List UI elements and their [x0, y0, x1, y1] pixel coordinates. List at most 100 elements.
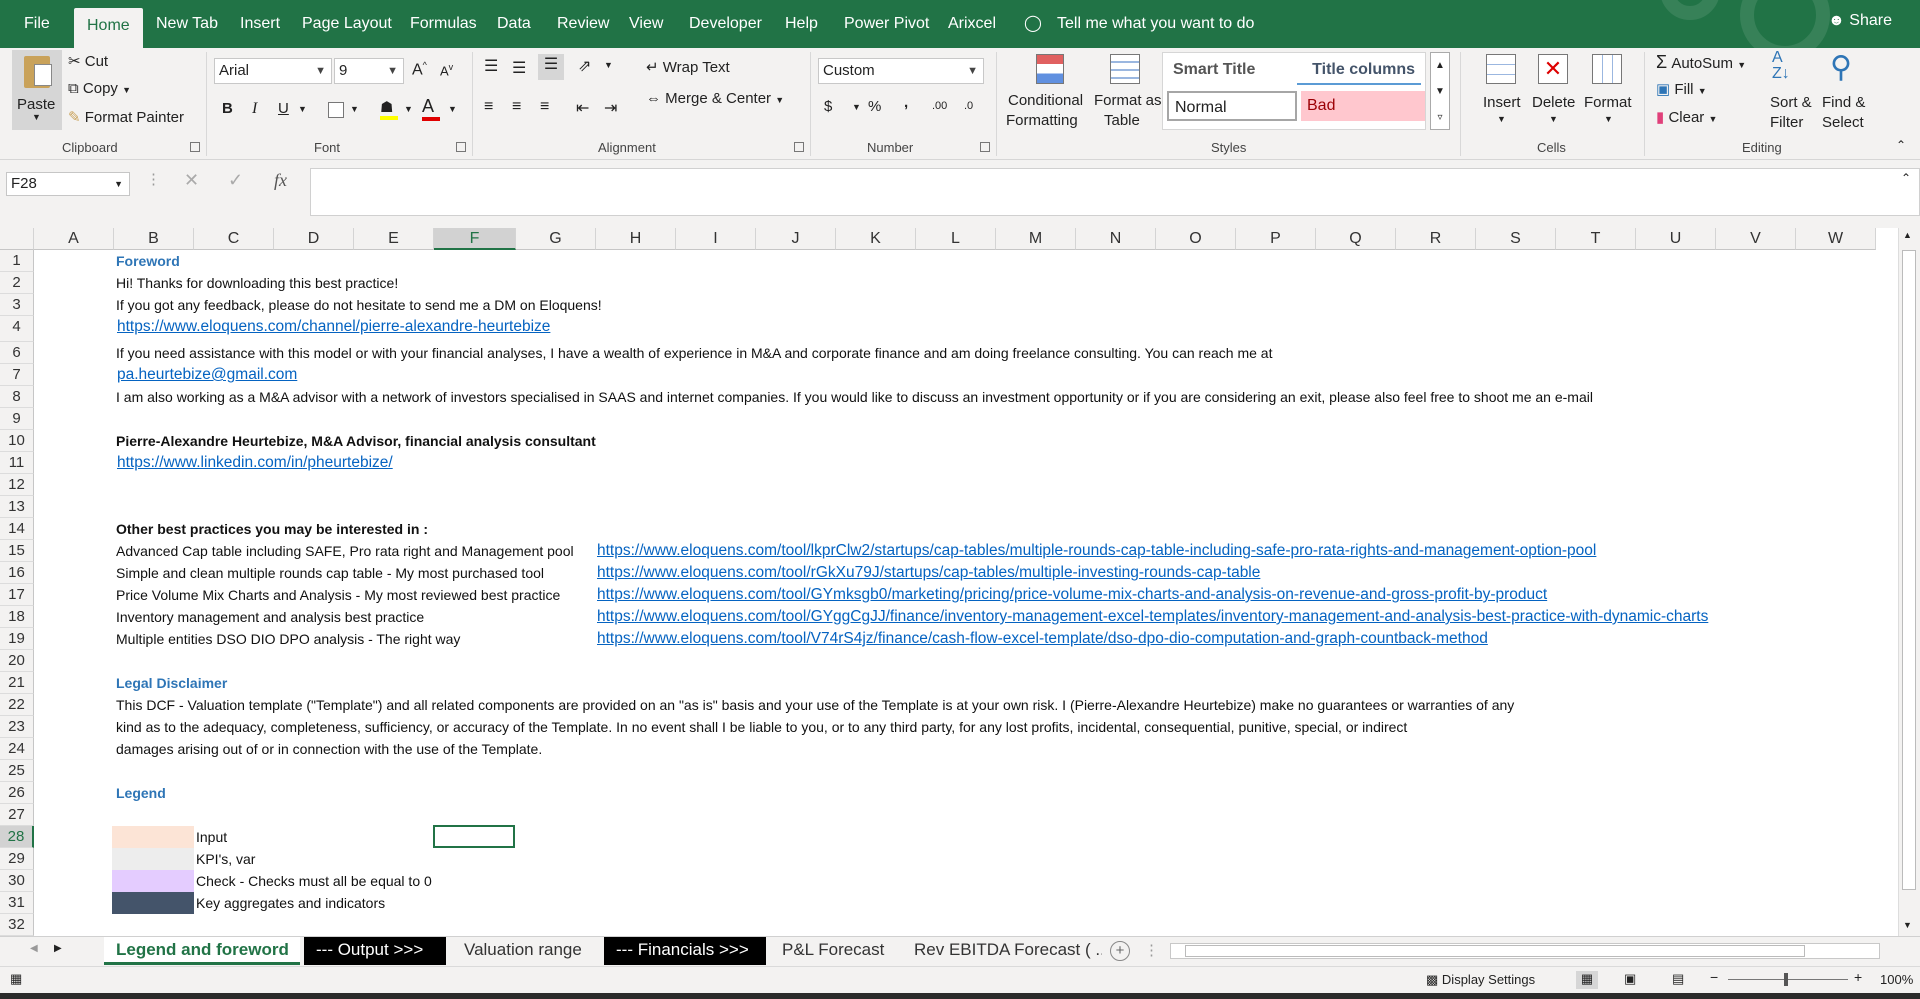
sheet-tab-output[interactable]: --- Output >>> [304, 937, 446, 965]
find-select-button[interactable]: ⚲ Find & Select [1820, 50, 1878, 136]
scroll-down-icon[interactable]: ▼ [1903, 920, 1912, 930]
page-break-view-icon[interactable]: ▤ [1672, 971, 1684, 987]
practice-link[interactable]: https://www.eloquens.com/tool/GYmksgb0/m… [597, 584, 1547, 606]
font-size-select[interactable]: 9 ▼ [334, 58, 404, 84]
row-header[interactable]: 16 [0, 562, 34, 584]
title-columns-style[interactable]: Title columns [1297, 55, 1421, 85]
add-sheet-icon[interactable]: + [1110, 941, 1130, 961]
tab-review[interactable]: Review [557, 0, 609, 48]
column-header[interactable]: Q [1316, 228, 1396, 250]
row-header[interactable]: 28 [0, 826, 34, 848]
row-header[interactable]: 3 [0, 294, 34, 316]
row-header[interactable]: 20 [0, 650, 34, 672]
accounting-format-icon[interactable]: $ [824, 98, 832, 115]
shrink-font-button[interactable]: Av [440, 62, 453, 78]
row-header[interactable]: 24 [0, 738, 34, 760]
column-header[interactable]: P [1236, 228, 1316, 250]
column-header[interactable]: D [274, 228, 354, 250]
tab-new-tab[interactable]: New Tab [156, 0, 218, 48]
column-header[interactable]: F [434, 228, 516, 250]
eloquens-link[interactable]: https://www.eloquens.com/channel/pierre-… [117, 316, 550, 338]
expand-formula-icon[interactable]: ⌃ [1901, 171, 1911, 185]
fill-color-button[interactable]: ☗ [380, 98, 398, 120]
cut-button[interactable]: ✂ Cut [68, 52, 108, 70]
practice-link[interactable]: https://www.eloquens.com/tool/lkprClw2/s… [597, 540, 1596, 562]
dialog-launcher-icon[interactable] [794, 142, 804, 152]
grow-font-button[interactable]: A^ [412, 60, 427, 79]
row-header[interactable]: 14 [0, 518, 34, 540]
zoom-slider[interactable] [1728, 979, 1848, 980]
chevron-down-icon[interactable]: ▼ [350, 104, 359, 114]
row-header[interactable]: 8 [0, 386, 34, 408]
column-header[interactable]: U [1636, 228, 1716, 250]
borders-icon[interactable] [328, 102, 344, 118]
row-header[interactable]: 15 [0, 540, 34, 562]
zoom-slider-thumb[interactable] [1784, 973, 1788, 986]
column-header[interactable]: V [1716, 228, 1796, 250]
row-header[interactable]: 6 [0, 342, 34, 364]
sheet-tab-rev-ebitda[interactable]: Rev EBITDA Forecast ( ... [902, 937, 1102, 965]
row-header[interactable]: 31 [0, 892, 34, 914]
column-header[interactable]: L [916, 228, 996, 250]
font-color-button[interactable]: A [422, 96, 440, 121]
worksheet-grid[interactable]: ABCDEFGHIJKLMNOPQRSTUVW 1 2 3 4 6 7 8 9 10 11 12 13… [0, 228, 1900, 936]
decrease-decimal-button[interactable]: .0 [964, 100, 973, 112]
tab-view[interactable]: View [629, 0, 663, 48]
row-header[interactable]: 21 [0, 672, 34, 694]
email-link[interactable]: pa.heurtebize@gmail.com [117, 364, 297, 386]
merge-center-button[interactable]: ⇔ Merge & Center ▼ [646, 90, 784, 107]
dialog-launcher-icon[interactable] [456, 142, 466, 152]
horizontal-scrollbar[interactable] [1170, 943, 1880, 959]
column-header[interactable]: W [1796, 228, 1876, 250]
sheet-tab-pl-forecast[interactable]: P&L Forecast [770, 937, 896, 965]
column-header[interactable]: K [836, 228, 916, 250]
enter-icon[interactable]: ✓ [228, 170, 243, 191]
linkedin-link[interactable]: https://www.linkedin.com/in/pheurtebize/ [117, 452, 393, 474]
normal-view-icon[interactable]: ▦ [1576, 971, 1598, 989]
tell-me-search[interactable]: Tell me what you want to do [1057, 0, 1254, 48]
align-top-icon[interactable]: ☰ [484, 56, 498, 76]
share-button[interactable]: ☻ Share [1828, 12, 1892, 30]
row-header[interactable]: 1 [0, 250, 34, 272]
row-header[interactable]: 13 [0, 496, 34, 518]
scroll-thumb[interactable] [1902, 250, 1916, 890]
row-header[interactable]: 18 [0, 606, 34, 628]
column-header[interactable]: G [516, 228, 596, 250]
align-middle-icon[interactable]: ☰ [512, 58, 526, 78]
row-header[interactable]: 19 [0, 628, 34, 650]
collapse-ribbon-icon[interactable]: ⌃ [1896, 138, 1906, 152]
name-box[interactable]: F28 ▼ [6, 172, 130, 196]
scroll-thumb[interactable] [1185, 945, 1805, 957]
zoom-out-icon[interactable]: − [1710, 969, 1718, 985]
row-header[interactable]: 26 [0, 782, 34, 804]
practice-link[interactable]: https://www.eloquens.com/tool/GYggCgJJ/f… [597, 606, 1708, 628]
format-painter-button[interactable]: ✎ Format Painter [68, 108, 184, 126]
chevron-down-icon[interactable]: ▼ [448, 104, 457, 114]
scroll-up-icon[interactable]: ▲ [1903, 230, 1912, 240]
chevron-down-icon[interactable]: ▼ [852, 102, 861, 112]
column-header[interactable]: T [1556, 228, 1636, 250]
format-as-table-button[interactable]: Format as Table [1092, 50, 1162, 136]
align-left-icon[interactable]: ≡ [484, 98, 493, 116]
align-bottom-icon[interactable]: ☰ [538, 54, 564, 80]
row-header[interactable]: 22 [0, 694, 34, 716]
number-format-select[interactable]: Custom ▼ [818, 58, 984, 84]
prev-sheet-icon[interactable]: ◀ [30, 943, 38, 954]
align-right-icon[interactable]: ≡ [540, 98, 549, 116]
wrap-text-button[interactable]: ↵ Wrap Text [646, 58, 730, 76]
increase-decimal-button[interactable]: .00 [932, 100, 947, 112]
align-center-icon[interactable]: ≡ [512, 98, 521, 116]
tab-formulas[interactable]: Formulas [410, 0, 477, 48]
row-header[interactable]: 17 [0, 584, 34, 606]
row-header[interactable]: 9 [0, 408, 34, 430]
macro-record-icon[interactable]: ▦ [10, 971, 22, 987]
active-cell-f28[interactable] [433, 825, 515, 848]
column-header[interactable]: H [596, 228, 676, 250]
row-header[interactable]: 32 [0, 914, 34, 936]
sheet-tab-financials[interactable]: --- Financials >>> [604, 937, 766, 965]
row-header[interactable]: 25 [0, 760, 34, 782]
sort-filter-button[interactable]: A Z↓ Sort & Filter [1766, 50, 1818, 136]
row-header[interactable]: 2 [0, 272, 34, 294]
row-header[interactable]: 27 [0, 804, 34, 826]
column-header[interactable]: S [1476, 228, 1556, 250]
